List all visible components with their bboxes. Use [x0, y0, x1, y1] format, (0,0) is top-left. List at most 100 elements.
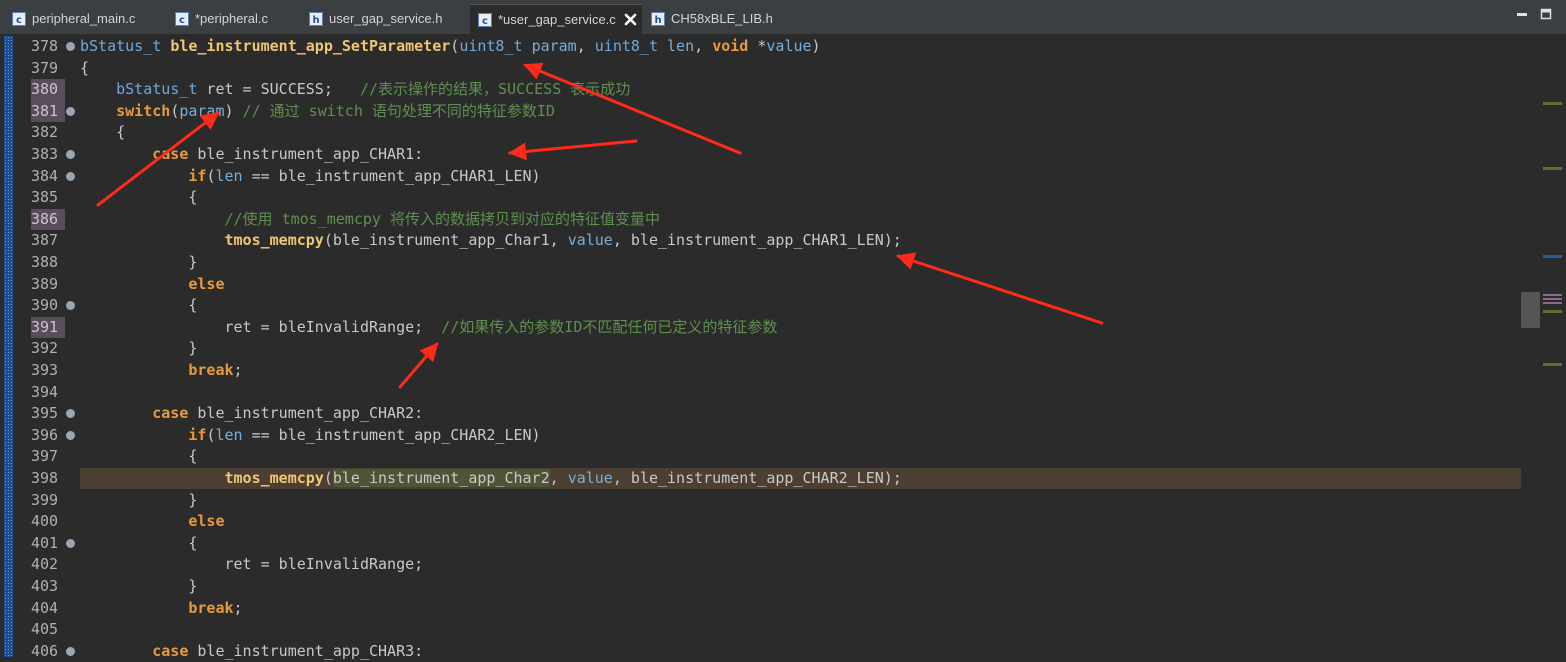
line-number: 380 [31, 79, 65, 101]
close-icon[interactable] [624, 13, 637, 26]
code-token: else [188, 512, 225, 531]
svg-text:c: c [179, 15, 185, 26]
code-line[interactable]: 385 { [0, 187, 1520, 209]
code-text: case ble_instrument_app_CHAR1: [80, 144, 423, 166]
code-line[interactable]: 392 } [0, 338, 1520, 360]
code-token: switch [116, 101, 171, 120]
editor-tab-bar: c peripheral_main.c c *peripheral.c h us… [0, 0, 1566, 34]
line-number: 389 [31, 274, 59, 293]
code-token: break [188, 361, 234, 379]
code-token: } [80, 577, 198, 595]
code-line[interactable]: 394 [0, 382, 1520, 404]
fold-toggle-icon[interactable] [66, 301, 75, 311]
code-line[interactable]: 404 break; [0, 598, 1520, 620]
code-token: ) [224, 101, 243, 120]
code-line[interactable]: 388 } [0, 252, 1520, 274]
code-line[interactable]: 403 } [0, 576, 1520, 598]
code-text: } [80, 490, 197, 512]
line-number: 382 [31, 123, 59, 142]
code-text: { [80, 533, 197, 555]
maximize-icon[interactable] [1538, 6, 1554, 22]
code-line[interactable]: 398 tmos_memcpy(ble_instrument_app_Char2… [0, 468, 1520, 490]
code-line[interactable]: 399 } [0, 490, 1520, 512]
code-token: ret = SUCCESS; [197, 80, 360, 99]
tab-user-gap-service-h[interactable]: h user_gap_service.h [309, 5, 442, 32]
code-line[interactable]: 379 { [0, 58, 1520, 80]
code-line[interactable]: 401 { [0, 533, 1520, 555]
code-line[interactable]: 389 else [0, 274, 1520, 296]
fold-toggle-icon[interactable] [66, 538, 75, 548]
c-file-icon: c [12, 11, 26, 26]
code-token: tmos_memcpy [224, 469, 324, 487]
tab-label: *peripheral.c [195, 11, 268, 26]
tab-user-gap-service-c[interactable]: c *user_gap_service.c [470, 4, 642, 34]
code-token: , ble_instrument_app_CHAR1_LEN); [612, 231, 902, 250]
fold-toggle-icon[interactable] [66, 106, 75, 116]
tab-label: peripheral_main.c [32, 11, 136, 26]
code-line[interactable]: 405 [0, 619, 1520, 641]
code-editor[interactable]: 378 bStatus_t ble_instrument_app_SetParam… [0, 34, 1566, 660]
line-number: 379 [31, 58, 59, 77]
code-text: break; [80, 360, 243, 382]
code-line[interactable]: 383 case ble_instrument_app_CHAR1: [0, 144, 1520, 166]
code-line[interactable]: 386 //使用 tmos_memcpy 将传入的数据拷贝到对应的特征值变量中 [0, 208, 1520, 231]
code-token: //如果传入的参数ID不匹配任何已定义的特征参数 [441, 317, 778, 336]
tab-peripheral[interactable]: c *peripheral.c [175, 5, 268, 32]
code-line[interactable]: 397 { [0, 446, 1520, 468]
tab-ch58xble-lib-h[interactable]: h CH58xBLE_LIB.h [651, 5, 773, 32]
code-line[interactable]: 382 { [0, 122, 1520, 144]
fold-toggle-icon[interactable] [66, 409, 75, 419]
code-token: { [80, 58, 90, 77]
overview-ruler[interactable] [1540, 34, 1566, 659]
line-number: 393 [31, 361, 59, 379]
code-token: void [712, 37, 749, 55]
code-token: case [152, 145, 189, 163]
code-line[interactable]: 400 else [0, 511, 1520, 533]
line-number: 392 [31, 339, 59, 358]
code-token: value [766, 37, 812, 55]
code-line[interactable]: 402 ret = bleInvalidRange; [0, 554, 1520, 576]
scrollbar-thumb[interactable] [1521, 292, 1540, 328]
code-token: len [215, 425, 243, 444]
code-line[interactable]: 378 bStatus_t ble_instrument_app_SetParam… [0, 36, 1520, 58]
code-token: ; [233, 361, 243, 379]
code-token: , [694, 37, 713, 55]
code-line[interactable]: 381 switch(param) // 通过 switch 语句处理不同的特征… [0, 100, 1520, 123]
code-token: (ble_instrument_app_Char1, [323, 231, 568, 250]
code-token: } [80, 339, 198, 358]
code-line[interactable]: 387 tmos_memcpy(ble_instrument_app_Char1… [0, 230, 1520, 252]
code-token: { [80, 296, 198, 315]
line-number: 378 [31, 37, 59, 55]
code-text: ret = bleInvalidRange; //如果传入的参数ID不匹配任何已… [80, 317, 777, 339]
line-number: 381 [31, 100, 65, 123]
code-line[interactable]: 396 if(len == ble_instrument_app_CHAR2_L… [0, 425, 1520, 447]
fold-toggle-icon[interactable] [66, 171, 75, 181]
tab-peripheral-main[interactable]: c peripheral_main.c [12, 5, 135, 32]
code-token: // 通过 switch 语句处理不同的特征参数ID [242, 101, 555, 120]
code-token: uint8_t [459, 37, 523, 55]
code-line[interactable]: 380 bStatus_t ret = SUCCESS; //表示操作的结果，S… [0, 79, 1520, 101]
fold-toggle-icon[interactable] [66, 150, 75, 159]
fold-toggle-icon[interactable] [66, 42, 75, 51]
code-text: tmos_memcpy(ble_instrument_app_Char1, va… [80, 230, 902, 252]
minimize-icon[interactable] [1514, 6, 1530, 22]
code-line[interactable]: 384 if(len == ble_instrument_app_CHAR1_L… [0, 166, 1520, 188]
code-token: bStatus_t [116, 80, 198, 99]
fold-toggle-icon[interactable] [66, 646, 75, 656]
code-token: , [549, 469, 568, 487]
code-text: { [80, 187, 197, 209]
svg-text:c: c [16, 15, 22, 26]
code-line[interactable]: 393 break; [0, 360, 1520, 382]
code-line[interactable]: 390 { [0, 295, 1520, 317]
code-token: ret = bleInvalidRange; [80, 317, 442, 336]
code-line[interactable]: 391 ret = bleInvalidRange; //如果传入的参数ID不匹… [0, 316, 1520, 339]
fold-toggle-icon[interactable] [66, 430, 75, 440]
code-line[interactable]: 395 case ble_instrument_app_CHAR2: [0, 403, 1520, 425]
code-token: ble_instrument_app_CHAR2: [188, 404, 424, 423]
code-token: if [188, 425, 207, 444]
